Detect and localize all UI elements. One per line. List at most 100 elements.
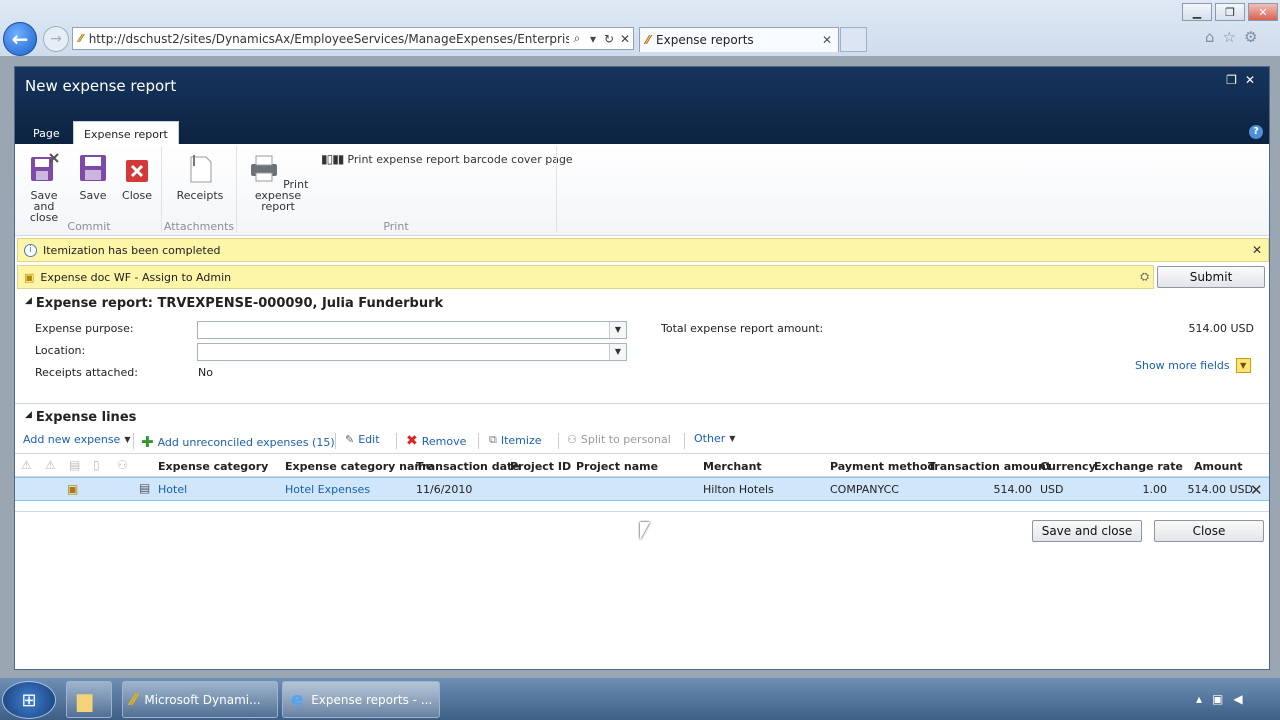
tools-gear-icon[interactable]: ⚙ [1244, 28, 1265, 46]
browser-tab[interactable]: ⁄⁄ Expense reports ✕ [639, 27, 839, 52]
restore-icon[interactable]: ❐ [1226, 73, 1245, 87]
expense-purpose-field[interactable]: ▼ [197, 321, 627, 339]
print-barcode-button[interactable]: ▮▯▮▮ Print expense report barcode cover … [321, 152, 573, 166]
itemize-button[interactable]: ⧉ Itemize [489, 433, 542, 447]
submit-button[interactable]: Submit [1157, 266, 1265, 288]
start-button[interactable]: ⊞ [2, 681, 56, 719]
print-expense-report-button[interactable]: Print expense report [241, 152, 315, 212]
save-button[interactable]: Save [75, 152, 111, 201]
receipt-icon[interactable]: ▣ [67, 482, 78, 496]
minimize-button[interactable]: ▁ [1182, 3, 1212, 21]
search-icon[interactable]: ⌕ [569, 31, 585, 46]
table-row[interactable]: ▣ ▤ Hotel Hotel Expenses 11/6/2010 Hilto… [15, 477, 1269, 501]
collapse-icon[interactable]: ◢ [25, 410, 32, 425]
col-amount[interactable]: Amount [1194, 460, 1242, 473]
window-close-button[interactable]: ✕ [1248, 3, 1278, 21]
expand-icon[interactable]: ▼ [1235, 358, 1251, 373]
url-text[interactable]: http://dschust2/sites/DynamicsAx/Employe… [89, 32, 569, 46]
split-label: Split to personal [580, 433, 671, 446]
cell-expense-category[interactable]: Hotel [158, 483, 187, 496]
dropdown-icon[interactable]: ▾ [585, 32, 601, 46]
browser-toolbar-icons[interactable]: ⌂☆⚙ [1205, 28, 1265, 46]
header-section[interactable]: ◢ Expense report: TRVEXPENSE-000090, Jul… [25, 296, 443, 311]
maximize-button[interactable]: ❐ [1215, 3, 1245, 21]
tab-close-icon[interactable]: ✕ [822, 33, 832, 47]
taskbar-item-dynamics[interactable]: ⁄⁄ Microsoft Dynami... [122, 681, 278, 718]
volume-muted-icon[interactable]: ◀ [1233, 692, 1252, 706]
other-menu-button[interactable]: Other ▼ [694, 432, 735, 445]
remove-button[interactable]: ✖ Remove [406, 433, 466, 449]
address-bar[interactable]: ⁄⁄ http://dschust2/sites/DynamicsAx/Empl… [72, 27, 634, 50]
col-payment-method[interactable]: Payment method [830, 460, 935, 473]
lines-section[interactable]: ◢ Expense lines [25, 410, 136, 425]
stop-icon[interactable]: ✕ [617, 32, 633, 46]
print-barcode-label: Print expense report barcode cover page [347, 152, 573, 166]
other-label: Other [694, 432, 726, 445]
toolbar-separator [133, 433, 134, 449]
lines-section-title: Expense lines [35, 410, 137, 425]
favorites-icon[interactable]: ☆ [1223, 28, 1244, 46]
home-icon[interactable]: ⌂ [1205, 28, 1223, 46]
add-new-label: Add new expense [23, 433, 121, 446]
save-and-close-button-bottom[interactable]: Save and close [1032, 520, 1142, 542]
show-more-label: Show more fields [1135, 359, 1230, 372]
back-button[interactable]: ← [3, 22, 37, 56]
chevron-down-icon[interactable]: ▼ [609, 322, 626, 338]
col-merchant[interactable]: Merchant [703, 460, 762, 473]
close-button-bottom[interactable]: Close [1154, 520, 1264, 542]
guests-icon: ⚇ [117, 458, 128, 472]
tab-page[interactable]: Page [23, 121, 70, 144]
col-project-id[interactable]: Project ID [510, 460, 571, 473]
tab-expense-report[interactable]: Expense report [73, 121, 179, 144]
close-button-ribbon[interactable]: Close [119, 152, 155, 201]
col-expense-category-name[interactable]: Expense category name [285, 460, 433, 473]
tray-arrow-icon[interactable]: ▴ [1196, 692, 1212, 706]
edit-label: Edit [358, 433, 380, 446]
split-to-personal-button[interactable]: ⚇ Split to personal [567, 433, 671, 446]
col-currency[interactable]: Currency [1040, 460, 1096, 473]
itemize-label: Itemize [500, 433, 542, 447]
system-tray[interactable]: ▴▣◀ [1196, 692, 1253, 706]
add-new-expense-button[interactable]: Add new expense ▼ [23, 433, 131, 446]
save-and-close-button[interactable]: Save and close [19, 152, 69, 223]
workflow-history-icon[interactable]: ⛭ [1140, 270, 1149, 284]
taskbar-item-ie[interactable]: e Expense reports - ... [282, 681, 440, 718]
edit-button[interactable]: ✎ Edit [345, 433, 380, 446]
header-section-title: Expense report: TRVEXPENSE-000090, Julia… [35, 296, 444, 311]
itemize-icon: ⧉ [489, 433, 497, 446]
refresh-icon[interactable]: ↻ [601, 32, 617, 46]
forward-button[interactable]: → [43, 26, 69, 52]
info-close-icon[interactable]: ✕ [1252, 243, 1262, 257]
receipts-attached-label: Receipts attached: [35, 366, 138, 379]
col-project-name[interactable]: Project name [576, 460, 658, 473]
cell-amount: 514.00 USD [1187, 483, 1254, 496]
col-transaction-amount[interactable]: Transaction amount [928, 460, 1051, 473]
remove-label: Remove [421, 434, 467, 448]
col-transaction-date[interactable]: Transaction date [416, 460, 520, 473]
new-tab-button[interactable] [840, 27, 867, 52]
chevron-down-icon[interactable]: ▼ [609, 344, 626, 360]
collapse-icon[interactable]: ◢ [25, 296, 32, 311]
cell-category-name[interactable]: Hotel Expenses [285, 483, 370, 496]
tab-title: Expense reports [656, 33, 754, 47]
col-exchange-rate[interactable]: Exchange rate [1094, 460, 1183, 473]
dialog-close-icon[interactable]: ✕ [1245, 73, 1263, 87]
dynamics-icon: ⁄⁄ [131, 690, 137, 709]
grid-bottom-border [15, 511, 1269, 512]
receipts-icon [190, 155, 212, 183]
delete-row-icon[interactable]: ✕ [1250, 481, 1263, 499]
add-unreconciled-button[interactable]: ✚ Add unreconciled expenses (15) [141, 433, 335, 451]
receipts-attached-value: No [198, 366, 213, 379]
col-expense-category[interactable]: Expense category [158, 460, 268, 473]
toolbar-separator [684, 433, 685, 449]
help-icon[interactable]: ? [1249, 125, 1263, 139]
receipts-button[interactable]: Receipts [173, 152, 227, 201]
location-field[interactable]: ▼ [197, 343, 627, 361]
location-label: Location: [35, 344, 86, 357]
split-icon: ⚇ [567, 433, 577, 446]
network-icon[interactable]: ▣ [1212, 692, 1233, 706]
info-bar: i Itemization has been completed ✕ [17, 238, 1269, 262]
explorer-task[interactable]: ▆ [66, 681, 112, 718]
itemized-icon[interactable]: ▤ [139, 481, 150, 495]
show-more-fields-link[interactable]: Show more fields ▼ [1135, 358, 1251, 373]
